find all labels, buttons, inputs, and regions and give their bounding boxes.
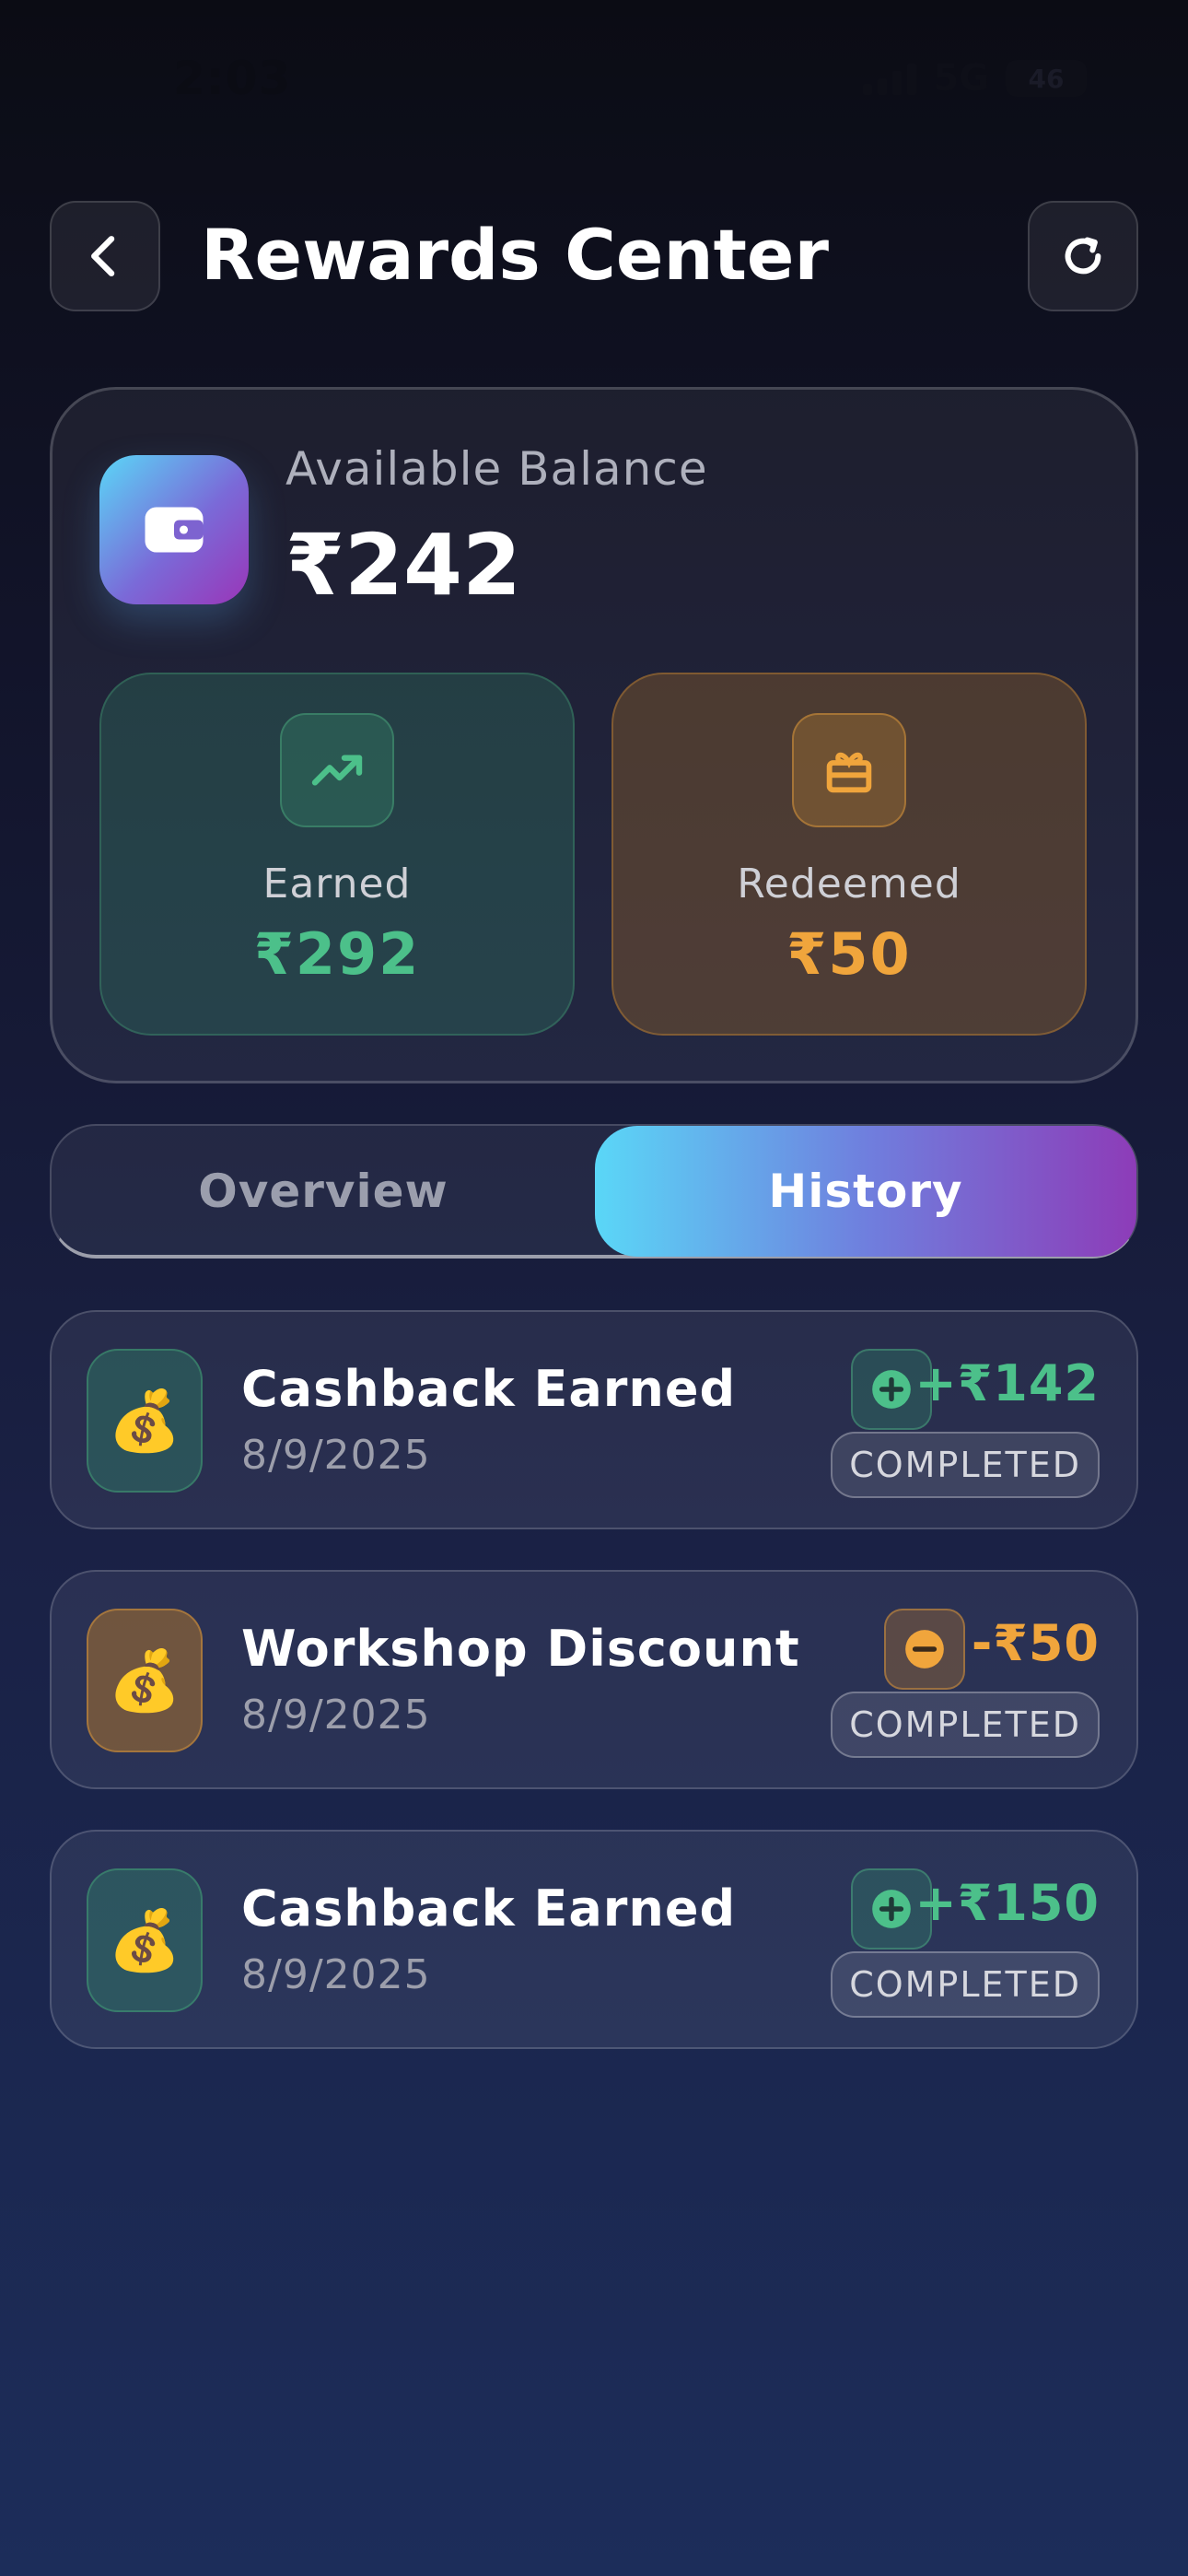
money-bag-icon: 💰 <box>87 1349 203 1493</box>
earned-label: Earned <box>262 861 412 907</box>
transaction-title: Cashback Earned <box>241 1879 737 1938</box>
tab-overview[interactable]: Overview <box>52 1126 595 1257</box>
earned-value: ₹292 <box>253 920 421 988</box>
transaction-item[interactable]: 💰 Cashback Earned 8/9/2025 +₹142 COMPLET… <box>50 1310 1138 1529</box>
trending-up-icon <box>280 713 394 827</box>
money-bag-icon: 💰 <box>87 1609 203 1752</box>
redeemed-summary: Redeemed ₹50 <box>611 673 1087 1036</box>
signal-icon <box>863 62 917 95</box>
status-badge: COMPLETED <box>831 1951 1100 2018</box>
balance-label: Available Balance <box>285 442 708 496</box>
balance-value: ₹242 <box>285 516 522 615</box>
status-badge: COMPLETED <box>831 1692 1100 1758</box>
chevron-left-icon <box>91 236 115 276</box>
redeemed-value: ₹50 <box>786 920 912 988</box>
refresh-icon <box>1065 237 1101 275</box>
tab-history[interactable]: History <box>595 1126 1136 1257</box>
network-label: 5G <box>933 57 989 100</box>
transaction-title: Cashback Earned <box>241 1360 737 1418</box>
back-button[interactable] <box>50 201 160 311</box>
transaction-amount: +₹142 <box>914 1354 1100 1412</box>
transaction-title: Workshop Discount <box>241 1620 800 1678</box>
money-bag-icon: 💰 <box>87 1868 203 2012</box>
refresh-button[interactable] <box>1028 201 1138 311</box>
status-indicators: 5G 46 <box>863 57 1087 100</box>
redeemed-label: Redeemed <box>737 861 961 907</box>
transaction-date: 8/9/2025 <box>241 1951 431 1998</box>
tab-bar: Overview History <box>50 1124 1138 1259</box>
battery-icon: 46 <box>1006 60 1087 97</box>
status-time: 2:03 <box>173 52 292 105</box>
transaction-amount: -₹50 <box>971 1614 1100 1672</box>
earned-summary: Earned ₹292 <box>99 673 575 1036</box>
transaction-date: 8/9/2025 <box>241 1692 431 1739</box>
status-badge: COMPLETED <box>831 1432 1100 1498</box>
page-title: Rewards Center <box>201 214 829 296</box>
transaction-item[interactable]: 💰 Workshop Discount 8/9/2025 -₹50 COMPLE… <box>50 1570 1138 1789</box>
minus-icon <box>884 1609 965 1690</box>
gift-icon <box>792 713 906 827</box>
transaction-amount: +₹150 <box>914 1874 1100 1932</box>
transaction-item[interactable]: 💰 Cashback Earned 8/9/2025 +₹150 COMPLET… <box>50 1830 1138 2049</box>
transaction-date: 8/9/2025 <box>241 1432 431 1479</box>
wallet-icon <box>99 455 249 604</box>
